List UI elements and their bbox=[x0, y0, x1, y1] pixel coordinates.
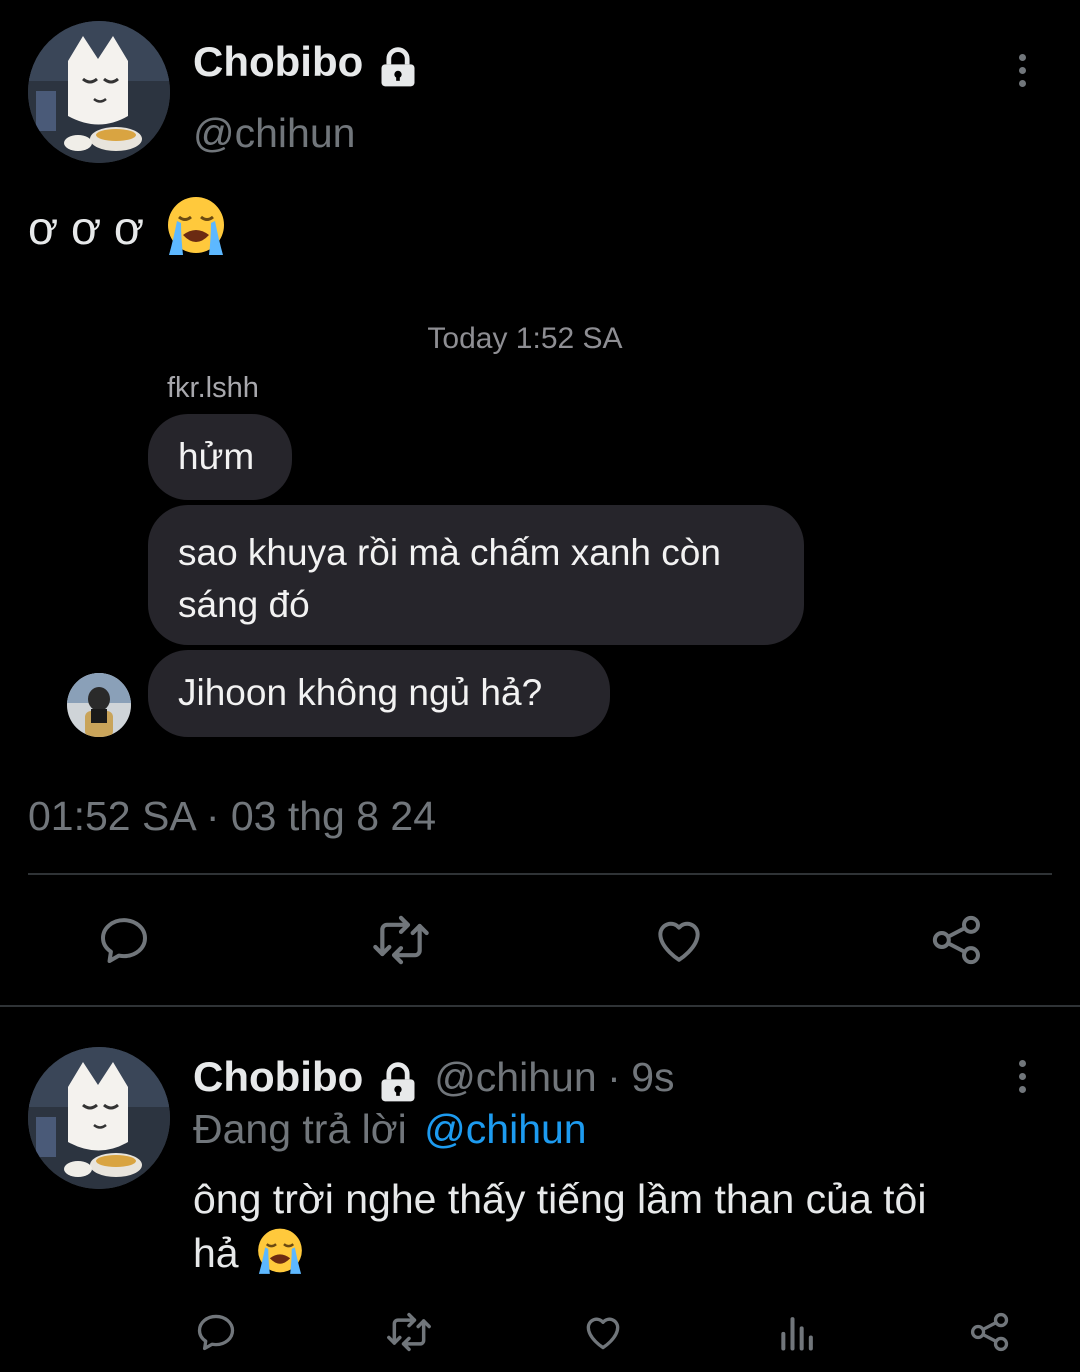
like-button[interactable] bbox=[651, 912, 707, 973]
reply-separator: · bbox=[607, 1054, 621, 1100]
tweet-timestamp[interactable]: 01:52 SA · 03 thg 8 24 bbox=[28, 793, 436, 840]
reply-text: ông trời nghe thấy tiếng lầm than của tô… bbox=[193, 1172, 926, 1280]
chat-time-header: Today 1:52 SA bbox=[0, 322, 1050, 356]
chat-bubble: hửm bbox=[148, 414, 292, 500]
chat-bubble-text: hửm bbox=[178, 436, 255, 477]
divider bbox=[28, 873, 1052, 875]
chat-time-text: Today 1:52 SA bbox=[427, 322, 623, 355]
loudly-crying-face-icon bbox=[258, 1228, 302, 1275]
retweet-icon bbox=[387, 1312, 431, 1352]
reply-text-line-2: hả bbox=[193, 1226, 926, 1280]
more-icon[interactable] bbox=[1012, 54, 1032, 87]
chat-sender-avatar bbox=[67, 673, 131, 737]
chat-bubble-text: Jihoon không ngủ hả? bbox=[178, 672, 543, 713]
reply-text-line: hả bbox=[193, 1230, 239, 1276]
chat-sender-name: fkr.lshh bbox=[167, 372, 259, 404]
replying-prefix: Đang trả lời bbox=[193, 1106, 407, 1152]
author-display-name[interactable]: Chobibo bbox=[193, 38, 363, 85]
share-icon bbox=[932, 915, 980, 965]
replying-to-link[interactable]: @chihun bbox=[424, 1106, 586, 1152]
reply-button[interactable] bbox=[194, 1310, 238, 1359]
reply-icon bbox=[101, 918, 147, 963]
like-button[interactable] bbox=[581, 1310, 625, 1359]
tweet-text: ơ ơ ơ bbox=[28, 202, 145, 254]
share-button[interactable] bbox=[968, 1310, 1012, 1359]
reply-text-line: ông trời nghe thấy tiếng lầm than của tô… bbox=[193, 1176, 927, 1222]
reply-handle[interactable]: @chihun bbox=[434, 1054, 596, 1100]
tweet-text-row: ơ ơ ơ bbox=[28, 196, 229, 260]
chat-bubble-text: sáng đó bbox=[178, 584, 310, 625]
reply-display-name[interactable]: Chobibo bbox=[193, 1053, 363, 1100]
more-icon[interactable] bbox=[1012, 1060, 1032, 1093]
retweet-button[interactable] bbox=[370, 912, 432, 973]
like-icon bbox=[586, 1317, 620, 1350]
reply-header-row: Chobibo @chihun · 9s bbox=[193, 1053, 675, 1105]
author-avatar[interactable] bbox=[28, 21, 170, 163]
reply-author-avatar[interactable] bbox=[28, 1047, 170, 1189]
lock-icon bbox=[381, 47, 415, 87]
reply-button[interactable] bbox=[96, 912, 152, 973]
replying-to-row: Đang trả lời @chihun bbox=[193, 1106, 587, 1153]
chat-bubble: Jihoon không ngủ hả? bbox=[148, 650, 610, 737]
views-icon bbox=[781, 1317, 813, 1351]
share-icon bbox=[970, 1312, 1009, 1352]
chat-bubble: sao khuya rồi mà chấm xanh còn sáng đó bbox=[148, 505, 804, 645]
author-name-row[interactable]: Chobibo bbox=[193, 38, 420, 90]
loudly-crying-face-icon bbox=[167, 196, 224, 255]
reply-age[interactable]: 9s bbox=[631, 1054, 674, 1100]
retweet-button[interactable] bbox=[385, 1310, 433, 1359]
like-icon bbox=[658, 921, 700, 962]
share-button[interactable] bbox=[929, 912, 985, 973]
divider bbox=[0, 1005, 1080, 1007]
author-handle[interactable]: @chihun bbox=[193, 110, 355, 157]
chat-bubble-text: sao khuya rồi mà chấm xanh còn bbox=[178, 532, 721, 573]
reply-icon bbox=[197, 1314, 235, 1351]
views-button[interactable] bbox=[776, 1310, 820, 1359]
retweet-icon bbox=[373, 915, 429, 965]
lock-icon bbox=[381, 1062, 415, 1102]
